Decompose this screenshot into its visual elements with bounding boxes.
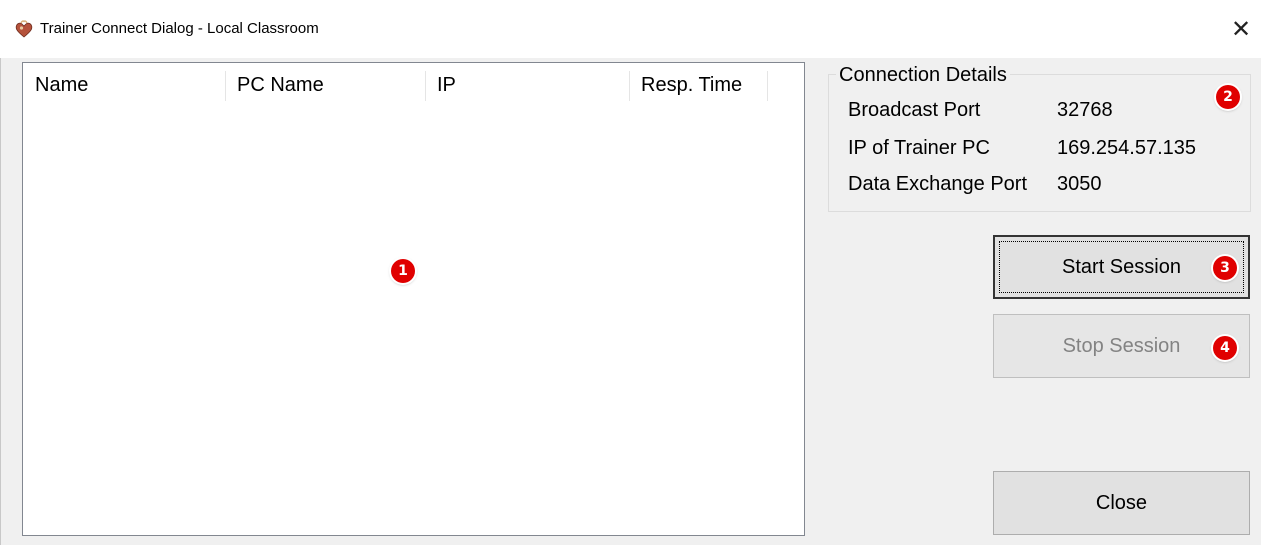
heart-app-icon [14,19,34,39]
callout-badge-2: 2 [1216,85,1240,109]
column-header-resp-time[interactable]: Resp. Time [629,63,767,107]
focus-indicator [999,241,1244,293]
column-header-pc-name[interactable]: PC Name [225,63,425,107]
close-label: Close [1095,491,1148,514]
callout-badge-3: 3 [1213,256,1237,280]
column-divider[interactable] [767,71,768,101]
column-header-ip[interactable]: IP [425,63,629,107]
window-left-border [0,58,1,545]
broadcast-port-value: 32768 [1057,99,1113,121]
broadcast-port-label: Broadcast Port [848,99,981,121]
client-list[interactable]: Name PC Name IP Resp. Time 1 [22,62,805,536]
start-session-button[interactable]: Start Session [993,235,1250,299]
close-window-icon[interactable]: ✕ [1221,10,1261,48]
close-button[interactable]: Close [993,471,1250,535]
connection-details-title: Connection Details [836,64,1010,87]
data-exchange-port-label: Data Exchange Port [848,173,1027,195]
list-header: Name PC Name IP Resp. Time [23,63,804,107]
column-header-name[interactable]: Name [23,63,225,107]
trainer-connect-dialog: Trainer Connect Dialog - Local Classroom… [0,0,1261,545]
trainer-ip-label: IP of Trainer PC [848,137,990,159]
stop-session-label: Stop Session [1062,334,1181,357]
title-bar: Trainer Connect Dialog - Local Classroom… [0,0,1261,58]
data-exchange-port-value: 3050 [1057,173,1102,195]
window-title: Trainer Connect Dialog - Local Classroom [40,20,319,37]
stop-session-button[interactable]: Stop Session [993,314,1250,378]
callout-badge-4: 4 [1213,336,1237,360]
trainer-ip-value: 169.254.57.135 [1057,137,1197,159]
callout-badge-1: 1 [391,259,415,283]
